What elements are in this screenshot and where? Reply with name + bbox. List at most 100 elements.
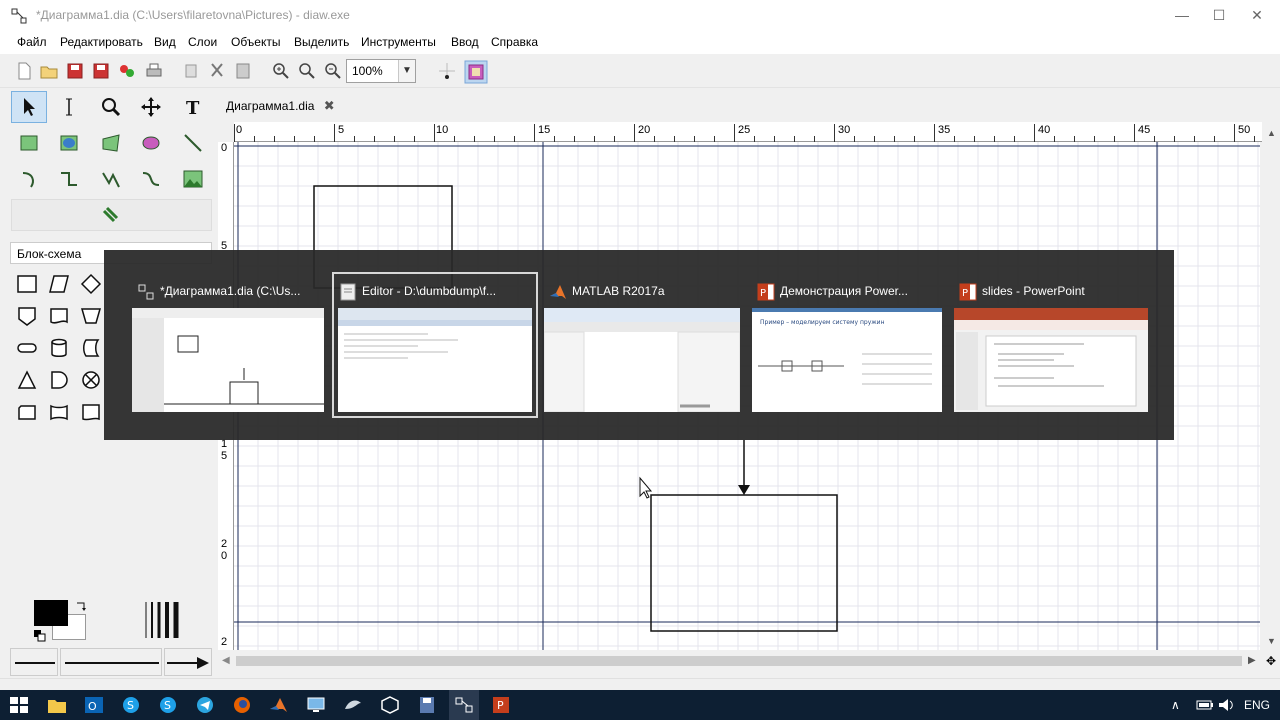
zigzag-tool[interactable] (51, 163, 87, 195)
menu-file[interactable]: Файл (17, 35, 47, 49)
skype-business-icon[interactable]: S (157, 695, 179, 715)
firefox-icon[interactable] (231, 695, 253, 715)
paste-icon[interactable] (233, 61, 253, 81)
box-tool[interactable] (11, 127, 47, 159)
ruler-tick-label: 10 (436, 124, 449, 136)
menu-select[interactable]: Выделить (294, 35, 349, 49)
save-as-icon[interactable] (91, 61, 111, 81)
volume-icon[interactable] (1216, 695, 1238, 715)
polygon-tool[interactable] (93, 127, 129, 159)
guides-icon[interactable] (464, 60, 488, 84)
shape-database[interactable] (44, 334, 74, 362)
new-file-icon[interactable] (14, 61, 34, 81)
shape-card[interactable] (12, 398, 42, 426)
skype-icon[interactable]: S (120, 695, 142, 715)
ellipse-tool[interactable] (51, 127, 87, 159)
menu-layers[interactable]: Слои (188, 35, 217, 49)
scroll-right-icon[interactable]: ▶ (1248, 655, 1256, 666)
chevron-down-icon[interactable]: ▼ (398, 60, 415, 82)
zoom-in-icon[interactable] (271, 61, 291, 81)
magnify-tool[interactable] (93, 91, 129, 123)
zoom-select[interactable]: 100% ▼ (346, 59, 416, 83)
shape-document[interactable] (44, 302, 74, 330)
shape-delay[interactable] (44, 366, 74, 394)
menu-edit[interactable]: Редактировать (60, 35, 143, 49)
menu-objects[interactable]: Объекты (231, 35, 281, 49)
snap-grid-icon[interactable] (437, 61, 457, 81)
outlook-icon[interactable]: O (83, 695, 105, 715)
telegram-icon[interactable] (194, 695, 216, 715)
bezier-tool[interactable] (133, 163, 169, 195)
shape-parallelogram[interactable] (44, 270, 74, 298)
foreground-color-front (34, 600, 68, 626)
switcher-window-dia[interactable]: *Диаграмма1.dia (C:\Us... (132, 274, 324, 418)
menu-help[interactable]: Справка (491, 35, 538, 49)
beziergon-tool[interactable] (133, 127, 169, 159)
summing-junction-shape-icon (82, 371, 100, 389)
outline-tool[interactable] (93, 199, 129, 231)
cut-icon[interactable] (207, 61, 227, 81)
shape-offpage[interactable] (12, 302, 42, 330)
3d-builder-icon[interactable] (379, 695, 401, 715)
shape-terminal[interactable] (12, 334, 42, 362)
line-style-select[interactable] (60, 648, 162, 676)
shape-diamond[interactable] (76, 270, 106, 298)
shape-manual[interactable] (76, 302, 106, 330)
navigation-icon[interactable]: ✥ (1266, 654, 1276, 668)
diagram-box-bottom[interactable] (650, 494, 838, 632)
switcher-window-pp-slides[interactable]: P slides - PowerPoint (954, 274, 1148, 418)
scroll-up-icon[interactable]: ▲ (1267, 128, 1276, 138)
battery-icon[interactable] (1194, 695, 1216, 715)
floppy-save-icon[interactable] (416, 695, 438, 715)
open-folder-icon[interactable] (39, 61, 59, 81)
shape-tape[interactable] (44, 398, 74, 426)
shape-box[interactable] (12, 270, 42, 298)
ruler-tick-label: 5 (221, 450, 228, 462)
scroll-down-icon[interactable]: ▼ (1267, 636, 1276, 646)
swap-colors-icon[interactable] (74, 600, 88, 614)
text-tool[interactable]: T (175, 91, 211, 123)
menu-input[interactable]: Ввод (451, 35, 479, 49)
default-colors-icon[interactable] (34, 630, 46, 642)
powerpoint-taskbar-icon[interactable]: P (490, 695, 512, 715)
windows-start-icon[interactable] (8, 695, 30, 715)
tab-diagram1[interactable]: Диаграмма1.dia ✖ (218, 92, 343, 120)
app-dragon-icon[interactable] (342, 695, 364, 715)
save-icon[interactable] (65, 61, 85, 81)
export-icon[interactable] (117, 61, 137, 81)
image-tool[interactable] (175, 163, 211, 195)
switcher-window-pp-demo[interactable]: P Демонстрация Power... Пример – моделир… (752, 274, 942, 418)
shape-summing[interactable] (76, 366, 106, 394)
matlab-icon[interactable] (268, 695, 290, 715)
chevron-up-icon[interactable]: ∧ (1171, 698, 1180, 712)
text-edit-tool[interactable] (51, 91, 87, 123)
scroll-tool[interactable] (133, 91, 169, 123)
dia-taskbar-icon[interactable] (453, 695, 475, 715)
polyline-tool[interactable] (93, 163, 129, 195)
switcher-window-matlab[interactable]: MATLAB R2017a (544, 274, 740, 418)
zoom-fit-icon[interactable] (297, 61, 317, 81)
zoom-out-icon[interactable] (323, 61, 343, 81)
menu-tools[interactable]: Инструменты (361, 35, 436, 49)
input-language[interactable]: ENG (1244, 698, 1270, 712)
horizontal-scroll-thumb[interactable] (236, 656, 1242, 666)
file-explorer-icon[interactable] (46, 695, 68, 715)
arc-tool[interactable] (11, 163, 47, 195)
menu-view[interactable]: Вид (154, 35, 176, 49)
shape-display[interactable] (76, 398, 106, 426)
vertical-scrollbar[interactable]: ▲ ▼ (1264, 122, 1280, 650)
copy-icon[interactable] (181, 61, 201, 81)
scroll-left-icon[interactable]: ◀ (222, 655, 230, 666)
close-button[interactable]: ✕ (1234, 0, 1280, 31)
end-arrow-select[interactable] (164, 648, 212, 676)
print-icon[interactable] (144, 61, 164, 81)
switcher-window-editor[interactable]: Editor - D:\dumbdump\f... (332, 272, 538, 418)
line-tool[interactable] (175, 127, 211, 159)
remote-desktop-icon[interactable] (305, 695, 327, 715)
shape-storage[interactable] (76, 334, 106, 362)
shape-extract[interactable] (12, 366, 42, 394)
start-arrow-select[interactable] (10, 648, 58, 676)
line-width-icon[interactable] (142, 600, 182, 640)
pointer-tool[interactable] (11, 91, 47, 123)
tab-close-icon[interactable]: ✖ (324, 98, 335, 113)
